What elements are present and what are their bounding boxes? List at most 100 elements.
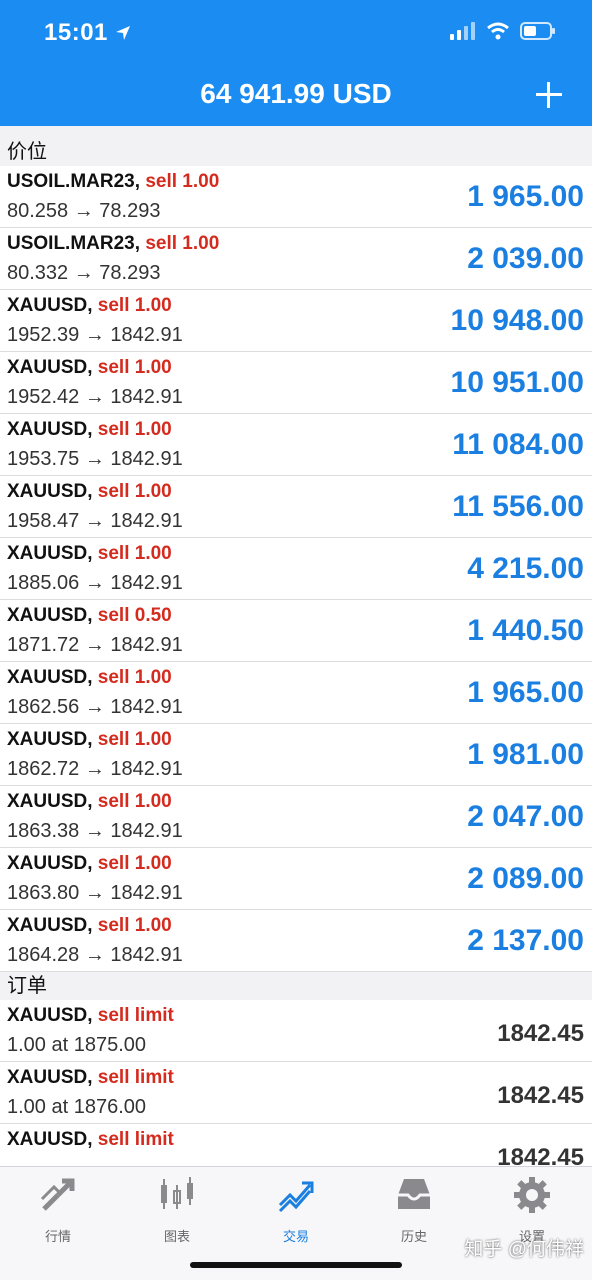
position-profit: 10 951.00 [450, 366, 584, 399]
position-profit: 10 948.00 [450, 304, 584, 337]
position-symbol: USOIL.MAR23 [7, 233, 135, 254]
separator: , [87, 1067, 98, 1088]
trade-list[interactable]: 价位 USOIL.MAR23, sell 1.00 80.258 → 78.293… [0, 126, 592, 1166]
position-type: sell 1.00 [97, 915, 172, 936]
home-indicator[interactable] [190, 1262, 402, 1268]
orders-list: XAUUSD, sell limit 1.00 at 1875.00 1842.45… [0, 1000, 592, 1166]
position-type: sell 1.00 [97, 791, 172, 812]
history-icon [398, 1179, 430, 1209]
position-row[interactable]: XAUUSD, sell 1.00 1863.38 → 1842.91 2 047.… [0, 786, 592, 848]
order-symbol: XAUUSD [7, 1067, 88, 1088]
position-type: sell 1.00 [145, 233, 220, 254]
position-row[interactable]: XAUUSD, sell 1.00 1885.06 → 1842.91 4 215.… [0, 538, 592, 600]
tab-quotes[interactable]: 行情 [8, 1175, 108, 1245]
position-row[interactable]: XAUUSD, sell 1.00 1863.80 → 1842.91 2 089.… [0, 848, 592, 910]
position-row[interactable]: XAUUSD, sell 0.50 1871.72 → 1842.91 1 440.… [0, 600, 592, 662]
position-prices: 1885.06 → 1842.91 [7, 572, 183, 594]
order-detail: 1.00 at 1875.00 [7, 1034, 147, 1056]
position-row[interactable]: XAUUSD, sell 1.00 1952.39 → 1842.91 10 948… [0, 290, 592, 352]
position-title: XAUUSD, sell 1.00 [7, 295, 172, 317]
order-type: sell limit [97, 1005, 174, 1026]
separator: , [87, 729, 98, 750]
position-prices: 1952.39 → 1842.91 [7, 324, 183, 346]
separator: , [87, 357, 98, 378]
tab-trade[interactable]: 交易 [246, 1175, 346, 1245]
tab-quotes-label: 行情 [44, 1229, 71, 1244]
separator: , [134, 233, 146, 254]
position-profit: 1 965.00 [467, 180, 584, 213]
separator: , [87, 543, 98, 564]
order-symbol: XAUUSD [7, 1005, 88, 1026]
position-symbol: XAUUSD [7, 543, 88, 564]
position-type: sell 1.00 [97, 419, 172, 440]
position-profit: 2 137.00 [467, 924, 584, 957]
order-symbol: XAUUSD [7, 1129, 88, 1150]
position-row[interactable]: XAUUSD, sell 1.00 1864.28 → 1842.91 2 137.… [0, 910, 592, 972]
position-type: sell 1.00 [97, 667, 172, 688]
separator: , [87, 605, 98, 626]
position-title: XAUUSD, sell 0.50 [7, 605, 172, 627]
status-icons [450, 22, 556, 40]
position-type: sell 1.00 [97, 729, 172, 750]
battery-icon [520, 22, 555, 40]
orders-header: 订单 [0, 972, 592, 1000]
position-title: XAUUSD, sell 1.00 [7, 419, 172, 441]
position-row[interactable]: USOIL.MAR23, sell 1.00 80.332 → 78.293 2 0… [0, 228, 592, 290]
position-profit: 1 981.00 [467, 738, 584, 771]
position-title: XAUUSD, sell 1.00 [7, 481, 172, 503]
position-profit: 2 047.00 [467, 800, 584, 833]
position-profit: 11 084.00 [452, 428, 584, 461]
cellular-signal-icon [450, 22, 475, 40]
order-price: 1842.45 [497, 1082, 584, 1109]
position-row[interactable]: XAUUSD, sell 1.00 1952.42 → 1842.91 10 951… [0, 352, 592, 414]
order-row[interactable]: XAUUSD, sell limit 1.00 at 1876.00 1842.45 [0, 1062, 592, 1124]
position-type: sell 1.00 [145, 171, 220, 192]
position-title: XAUUSD, sell 1.00 [7, 357, 172, 379]
position-symbol: XAUUSD [7, 791, 88, 812]
location-arrow-icon [115, 26, 130, 40]
watermark: 知乎 @何伟祥 [464, 1239, 584, 1260]
position-row[interactable]: XAUUSD, sell 1.00 1958.47 → 1842.91 11 556… [0, 476, 592, 538]
tab-history-label: 历史 [400, 1229, 427, 1244]
separator: , [134, 171, 146, 192]
position-row[interactable]: USOIL.MAR23, sell 1.00 80.258 → 78.293 1 9… [0, 166, 592, 228]
position-type: sell 1.00 [97, 853, 172, 874]
position-prices: 1953.75 → 1842.91 [7, 448, 183, 470]
balance-title: 64 941.99 USD [200, 78, 392, 109]
position-prices: 1864.28 → 1842.91 [7, 944, 183, 966]
nav-bar: 64 941.99 USD [0, 66, 592, 126]
add-order-button[interactable] [534, 80, 564, 110]
separator: , [87, 1129, 98, 1150]
position-type: sell 0.50 [97, 605, 172, 626]
position-profit: 11 556.00 [452, 490, 584, 523]
position-symbol: XAUUSD [7, 667, 88, 688]
settings-icon [514, 1177, 550, 1213]
tab-trade-label: 交易 [282, 1229, 309, 1244]
order-row[interactable]: XAUUSD, sell limit 1.00 at 1875.00 1842.45 [0, 1000, 592, 1062]
position-symbol: XAUUSD [7, 357, 88, 378]
position-prices: 1863.80 → 1842.91 [7, 882, 183, 904]
order-type: sell limit [97, 1067, 174, 1088]
tab-history[interactable]: 历史 [364, 1175, 464, 1245]
position-title: XAUUSD, sell 1.00 [7, 915, 172, 937]
positions-header: 价位 [0, 138, 592, 166]
order-price: 1842.45 [497, 1144, 584, 1166]
order-detail: 1.00 at 1876.00 [7, 1096, 147, 1118]
order-row[interactable]: XAUUSD, sell limit 1842.45 [0, 1124, 592, 1166]
position-symbol: XAUUSD [7, 729, 88, 750]
position-row[interactable]: XAUUSD, sell 1.00 1953.75 → 1842.91 11 084… [0, 414, 592, 476]
position-profit: 4 215.00 [467, 552, 584, 585]
positions-list: USOIL.MAR23, sell 1.00 80.258 → 78.293 1 9… [0, 166, 592, 972]
position-title: USOIL.MAR23, sell 1.00 [7, 171, 219, 193]
quotes-icon [40, 1178, 75, 1211]
separator: , [87, 1005, 98, 1026]
position-row[interactable]: XAUUSD, sell 1.00 1862.56 → 1842.91 1 965.… [0, 662, 592, 724]
separator: , [87, 791, 98, 812]
trade-icon [278, 1181, 314, 1213]
position-prices: 1952.42 → 1842.91 [7, 386, 183, 408]
separator: , [87, 481, 98, 502]
position-row[interactable]: XAUUSD, sell 1.00 1862.72 → 1842.91 1 981.… [0, 724, 592, 786]
tab-chart[interactable]: 图表 [127, 1175, 227, 1245]
separator: , [87, 853, 98, 874]
position-type: sell 1.00 [97, 357, 172, 378]
